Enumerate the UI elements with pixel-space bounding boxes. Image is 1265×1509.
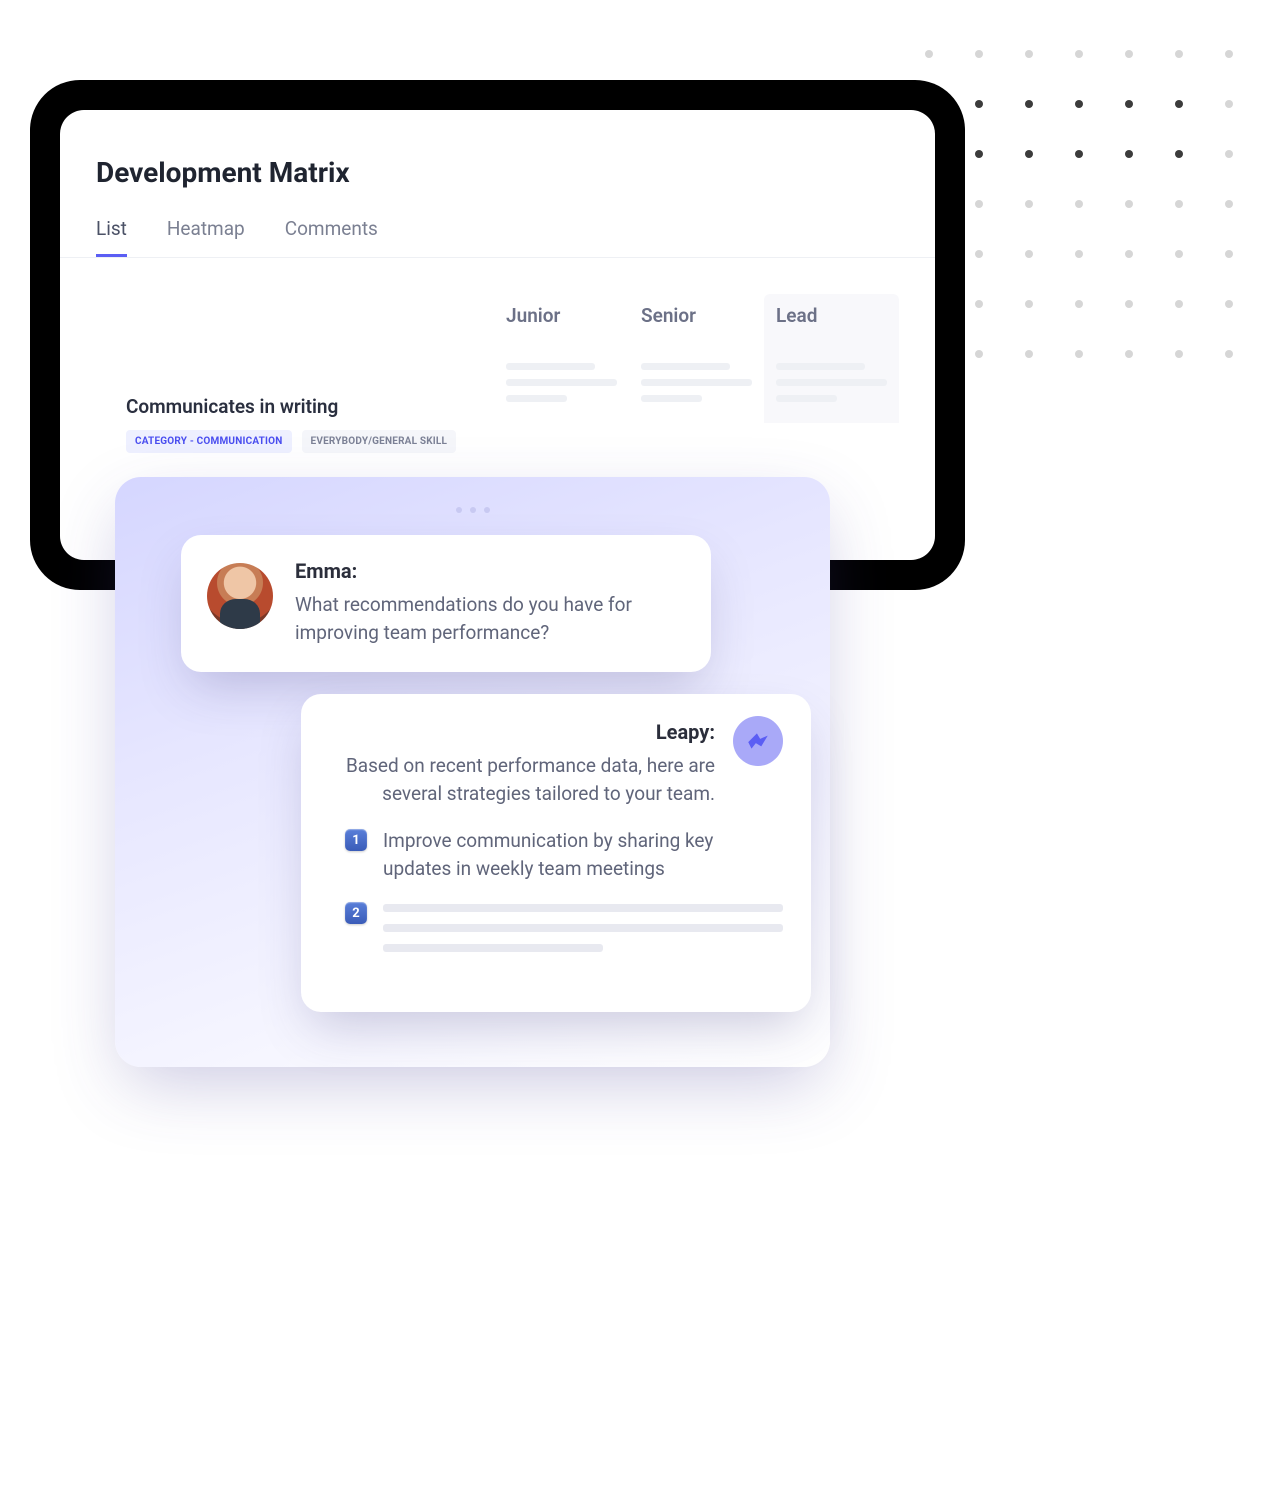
skill-title: Communicates in writing: [126, 395, 494, 418]
column-lead: Lead: [764, 294, 899, 351]
column-junior: Junior: [494, 294, 629, 351]
tab-heatmap[interactable]: Heatmap: [167, 217, 245, 257]
tab-comments[interactable]: Comments: [285, 217, 378, 257]
bot-list-item-1: 1 Improve communication by sharing key u…: [329, 827, 783, 882]
page-title: Development Matrix: [96, 156, 899, 189]
chat-message-bot: Leapy: Based on recent performance data,…: [301, 694, 811, 1012]
user-avatar: [207, 563, 273, 629]
chat-panel: Emma: What recommendations do you have f…: [115, 477, 830, 1067]
cell-junior: [494, 351, 629, 423]
number-badge-2: 2: [345, 902, 367, 924]
cell-senior: [629, 351, 764, 423]
badge-category: CATEGORY - COMMUNICATION: [126, 430, 292, 453]
column-senior: Senior: [629, 294, 764, 351]
chat-message-user: Emma: What recommendations do you have f…: [181, 535, 711, 672]
bot-list-item-2: 2: [329, 900, 783, 964]
bot-recommendation-list: 1 Improve communication by sharing key u…: [329, 827, 783, 964]
number-badge-1: 1: [345, 829, 367, 851]
skill-cell: Communicates in writing CATEGORY - COMMU…: [96, 351, 494, 453]
bot-intro-text: Based on recent performance data, here a…: [329, 752, 715, 807]
user-name: Emma:: [295, 559, 685, 583]
origami-bird-icon: [745, 728, 771, 754]
bot-item-2-placeholder: [383, 900, 783, 964]
user-message-text: What recommendations do you have for imp…: [295, 591, 685, 646]
skill-badges: CATEGORY - COMMUNICATION EVERYBODY/GENER…: [126, 430, 494, 453]
tab-bar: List Heatmap Comments: [60, 217, 935, 258]
matrix-grid: Junior Senior Lead Communicates in writi…: [96, 294, 899, 453]
panel-handle-dots: [141, 507, 804, 513]
tab-list[interactable]: List: [96, 217, 127, 257]
badge-general: EVERYBODY/GENERAL SKILL: [302, 430, 457, 453]
cell-lead: [764, 351, 899, 423]
bot-item-1-text: Improve communication by sharing key upd…: [383, 827, 783, 882]
decorative-dot-grid: [925, 50, 1235, 360]
bot-name: Leapy:: [329, 720, 715, 744]
bot-avatar: [733, 716, 783, 766]
